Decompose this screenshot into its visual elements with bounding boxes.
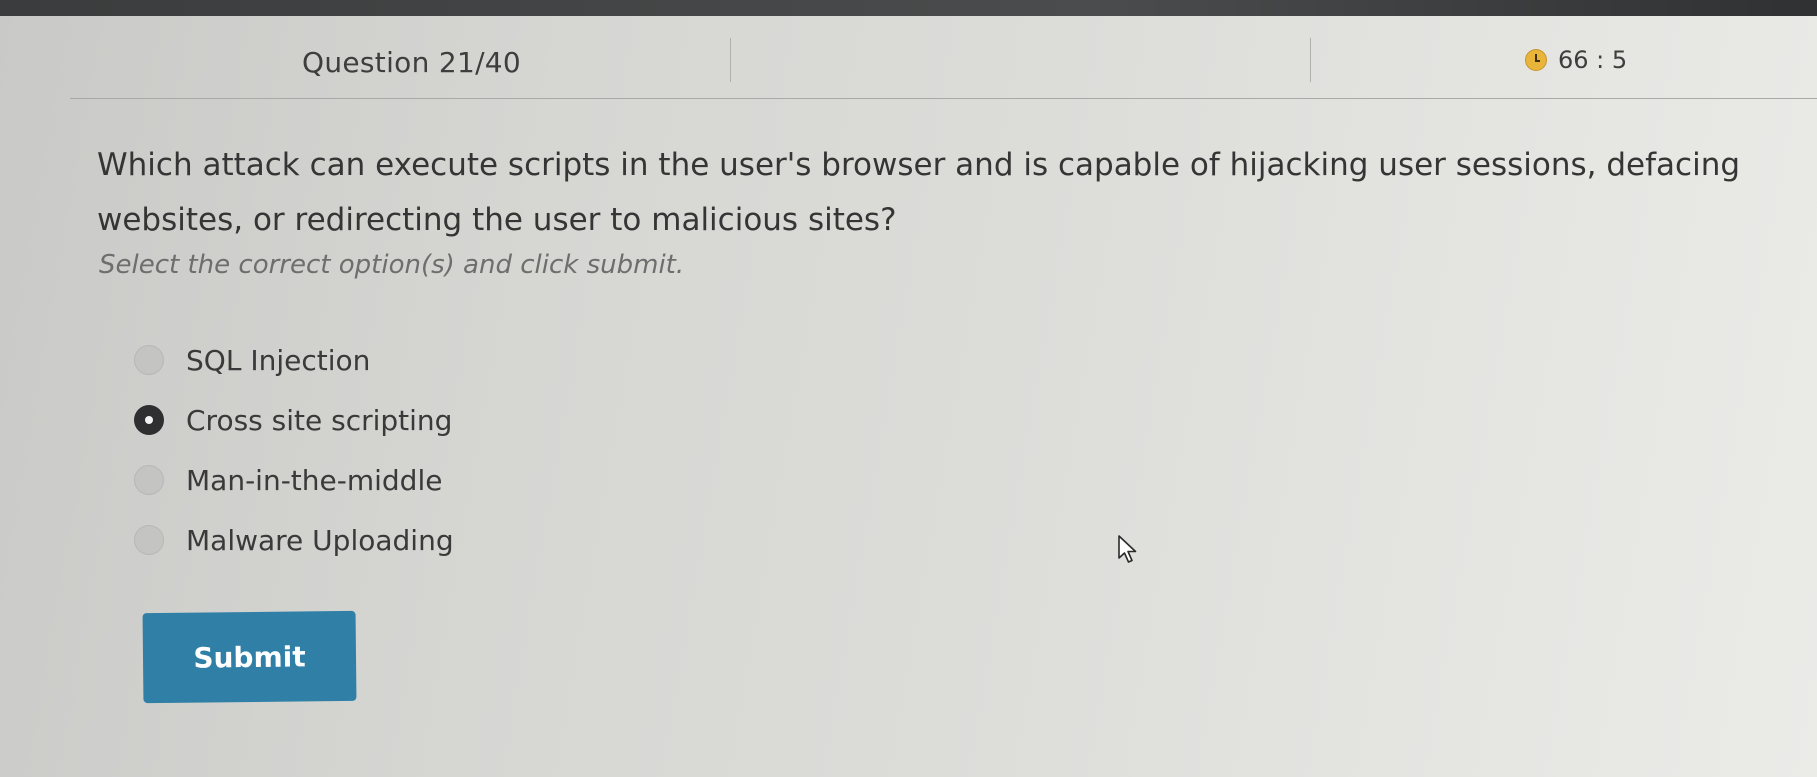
radio-button[interactable] (134, 345, 164, 375)
header-divider (730, 38, 731, 82)
screen-top-bezel (0, 0, 1817, 16)
submit-button[interactable]: Submit (142, 610, 357, 704)
option-label: Cross site scripting (186, 403, 453, 437)
question-text: Which attack can execute scripts in the … (97, 147, 1741, 238)
radio-button[interactable] (134, 465, 164, 495)
answer-options: SQL Injection Cross site scripting Man-i… (134, 330, 454, 570)
header-divider-line (70, 98, 1817, 99)
radio-button-selected[interactable] (134, 405, 164, 435)
question-instruction: Select the correct option(s) and click s… (99, 250, 685, 280)
answer-option-cross-site-scripting[interactable]: Cross site scripting (134, 390, 454, 450)
option-label: SQL Injection (186, 343, 371, 377)
mouse-cursor-icon (1118, 535, 1137, 563)
radio-button[interactable] (134, 525, 164, 555)
option-label: Man-in-the-middle (186, 463, 443, 497)
answer-option-malware-uploading[interactable]: Malware Uploading (134, 510, 454, 570)
answer-option-sql-injection[interactable]: SQL Injection (134, 330, 454, 390)
quiz-header: Question 21/40 66 : 5 (0, 16, 1817, 100)
clock-icon (1526, 50, 1546, 70)
header-divider (1310, 38, 1311, 82)
option-label: Malware Uploading (186, 523, 454, 557)
answer-option-man-in-the-middle[interactable]: Man-in-the-middle (134, 450, 454, 510)
timer-value: 66 : 5 (1558, 46, 1628, 74)
question-counter: Question 21/40 (302, 46, 522, 79)
timer: 66 : 5 (1526, 46, 1627, 74)
